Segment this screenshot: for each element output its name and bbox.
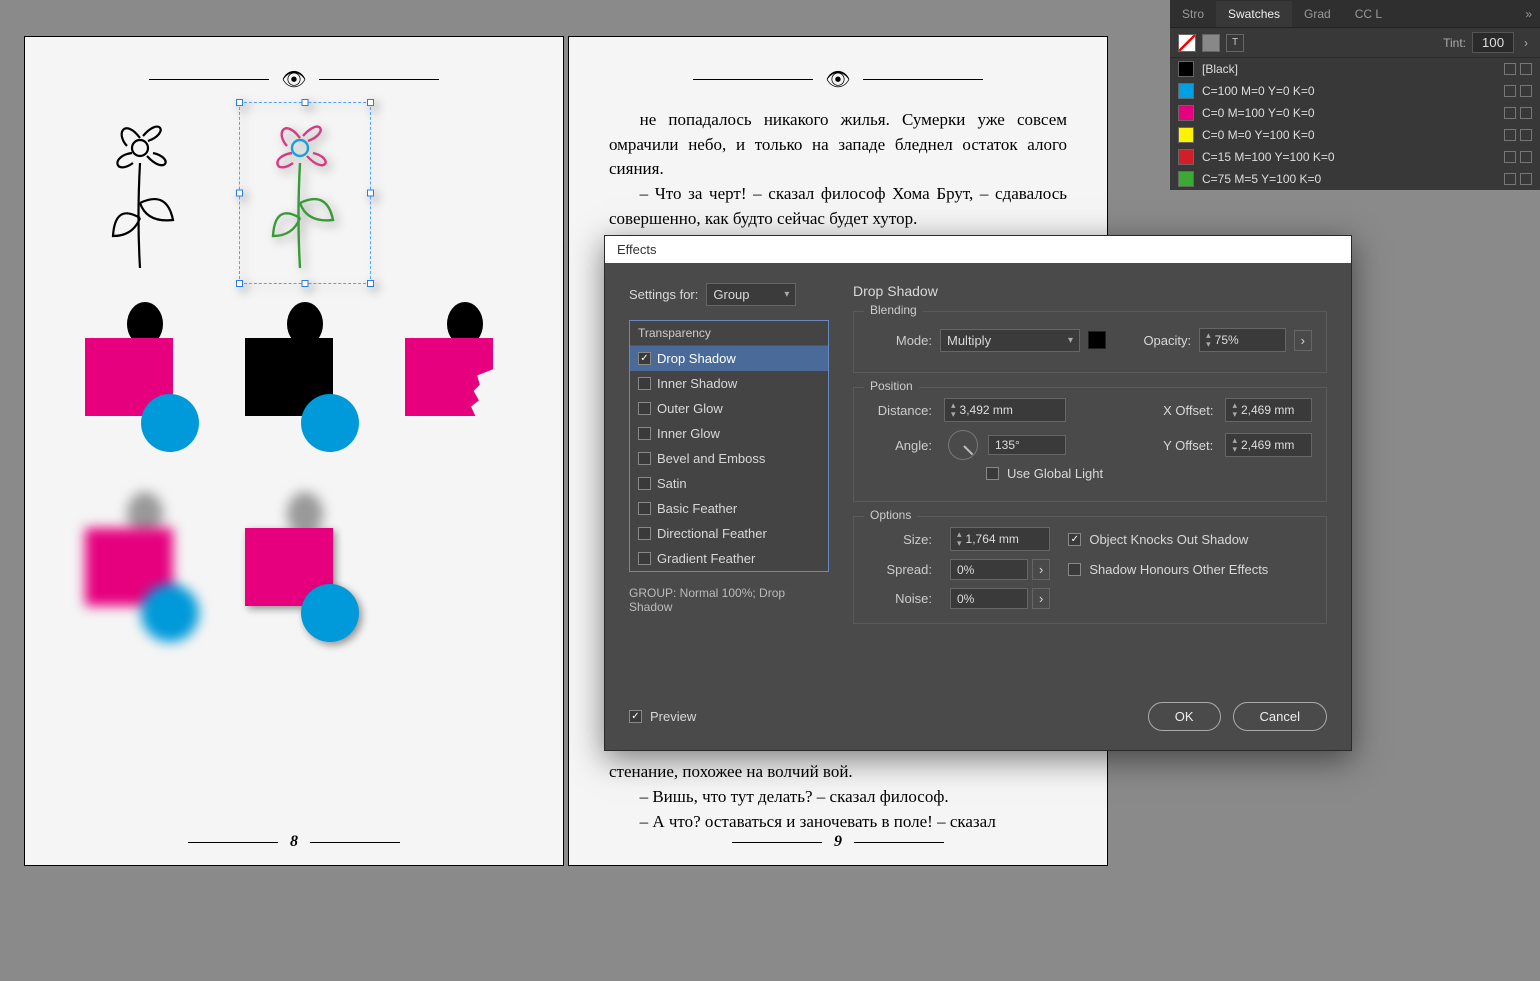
text-swatch-icon[interactable]: T (1226, 34, 1244, 52)
knocks-out-label: Object Knocks Out Shadow (1089, 532, 1248, 547)
swatch-row[interactable]: C=15 M=100 Y=100 K=0 (1170, 146, 1540, 168)
effect-gradient-feather[interactable]: Gradient Feather (630, 546, 828, 571)
shape-group-4-blur[interactable] (85, 492, 195, 642)
swatch-row[interactable]: C=100 M=0 Y=0 K=0 (1170, 80, 1540, 102)
eye-icon: 👁 (825, 67, 850, 92)
shape-group-2[interactable] (245, 302, 355, 452)
size-input[interactable]: ▴▾ (950, 527, 1050, 551)
honours-checkbox[interactable] (1068, 563, 1081, 576)
spread-input[interactable] (950, 559, 1028, 580)
effect-panel-title: Drop Shadow (853, 283, 1327, 299)
yoffset-label: Y Offset: (1163, 438, 1213, 453)
noise-slider-icon[interactable]: › (1032, 588, 1050, 609)
effect-inner-glow[interactable]: Inner Glow (630, 421, 828, 446)
panel-expand-icon[interactable]: » (1517, 1, 1540, 27)
effect-directional-feather[interactable]: Directional Feather (630, 521, 828, 546)
distance-input[interactable]: ▴▾ (944, 398, 1066, 422)
shape-group-5-shadow[interactable] (245, 492, 355, 642)
size-label: Size: (868, 532, 932, 547)
settings-for-dropdown[interactable]: Group (706, 283, 796, 306)
object-swatch-icon[interactable] (1202, 34, 1220, 52)
tint-label: Tint: (1443, 36, 1466, 50)
tab-stroke[interactable]: Stro (1170, 1, 1216, 27)
xoffset-label: X Offset: (1163, 403, 1213, 418)
distance-label: Distance: (868, 403, 932, 418)
honours-label: Shadow Honours Other Effects (1089, 562, 1268, 577)
swatch-row[interactable]: C=75 M=5 Y=100 K=0 (1170, 168, 1540, 190)
effects-list: Transparency Drop Shadow Inner Shadow Ou… (629, 320, 829, 572)
swatch-row[interactable]: C=0 M=0 Y=100 K=0 (1170, 124, 1540, 146)
page-ornament: 👁 (65, 67, 523, 92)
blending-fieldset: Blending Mode: Multiply Opacity: ▴▾ › (853, 311, 1327, 373)
effect-satin[interactable]: Satin (630, 471, 828, 496)
mode-label: Mode: (868, 333, 932, 348)
page-number-left: 8 (176, 833, 412, 851)
spread-slider-icon[interactable]: › (1032, 559, 1050, 580)
checkbox[interactable] (638, 552, 651, 565)
flower-outline[interactable] (85, 108, 205, 278)
checkbox[interactable] (638, 452, 651, 465)
shape-group-3[interactable] (405, 302, 515, 452)
knocks-out-checkbox[interactable] (1068, 533, 1081, 546)
effect-bevel-emboss[interactable]: Bevel and Emboss (630, 446, 828, 471)
dialog-title: Effects (605, 236, 1351, 263)
opacity-slider-icon[interactable]: › (1294, 330, 1312, 351)
angle-input[interactable] (988, 435, 1066, 455)
swatch-list: [Black] C=100 M=0 Y=0 K=0 C=0 M=100 Y=0 … (1170, 58, 1540, 190)
effects-list-header[interactable]: Transparency (630, 321, 828, 346)
shadow-color-chip[interactable] (1088, 331, 1106, 349)
fill-stroke-icon[interactable] (1178, 34, 1196, 52)
effect-basic-feather[interactable]: Basic Feather (630, 496, 828, 521)
group-status-text: GROUP: Normal 100%; Drop Shadow (629, 586, 829, 614)
effect-outer-glow[interactable]: Outer Glow (630, 396, 828, 421)
checkbox[interactable] (638, 352, 651, 365)
eye-icon: 👁 (281, 67, 306, 92)
checkbox[interactable] (638, 377, 651, 390)
spread-label: Spread: (868, 562, 932, 577)
swatch-row[interactable]: C=0 M=100 Y=0 K=0 (1170, 102, 1540, 124)
opacity-input[interactable]: ▴▾ (1199, 328, 1286, 352)
angle-label: Angle: (868, 438, 932, 453)
flower-color-selected[interactable] (245, 108, 365, 278)
checkbox[interactable] (638, 402, 651, 415)
effects-dialog: Effects Settings for: Group Transparency… (604, 235, 1352, 751)
noise-label: Noise: (868, 591, 932, 606)
lock-icon (1504, 63, 1516, 75)
checkbox[interactable] (638, 527, 651, 540)
effect-drop-shadow[interactable]: Drop Shadow (630, 346, 828, 371)
tint-input[interactable] (1472, 32, 1514, 53)
left-page[interactable]: 👁 (24, 36, 564, 866)
options-fieldset: Options Size: ▴▾ Object Knocks Out Shado… (853, 516, 1327, 624)
swatches-panel: Stro Swatches Grad CC L » T Tint: › [Bla… (1170, 0, 1540, 190)
settings-for-label: Settings for: (629, 287, 698, 302)
global-light-label: Use Global Light (1007, 466, 1103, 481)
checkbox[interactable] (638, 427, 651, 440)
effect-inner-shadow[interactable]: Inner Shadow (630, 371, 828, 396)
page-ornament: 👁 (609, 67, 1067, 92)
page-number-right: 9 (720, 833, 956, 851)
checkbox[interactable] (638, 477, 651, 490)
ok-button[interactable]: OK (1148, 702, 1221, 731)
swatches-header: T Tint: › (1170, 28, 1540, 58)
shape-group-1[interactable] (85, 302, 195, 452)
opacity-label: Opacity: (1143, 333, 1191, 348)
yoffset-input[interactable]: ▴▾ (1225, 433, 1312, 457)
angle-dial[interactable] (948, 430, 978, 460)
blend-mode-dropdown[interactable]: Multiply (940, 329, 1080, 352)
position-fieldset: Position Distance: ▴▾ X Offset: ▴▾ Angle… (853, 387, 1327, 502)
panel-tab-bar: Stro Swatches Grad CC L » (1170, 0, 1540, 28)
checkbox[interactable] (638, 502, 651, 515)
noise-input[interactable] (950, 588, 1028, 609)
cancel-button[interactable]: Cancel (1233, 702, 1327, 731)
tint-arrow-icon[interactable]: › (1520, 36, 1532, 50)
global-light-checkbox[interactable] (986, 467, 999, 480)
preview-label: Preview (650, 709, 696, 724)
swatch-row[interactable]: [Black] (1170, 58, 1540, 80)
preview-checkbox[interactable] (629, 710, 642, 723)
xoffset-input[interactable]: ▴▾ (1225, 398, 1312, 422)
tab-cc-libraries[interactable]: CC L (1343, 1, 1394, 27)
tab-gradient[interactable]: Grad (1292, 1, 1343, 27)
tab-swatches[interactable]: Swatches (1216, 1, 1292, 27)
